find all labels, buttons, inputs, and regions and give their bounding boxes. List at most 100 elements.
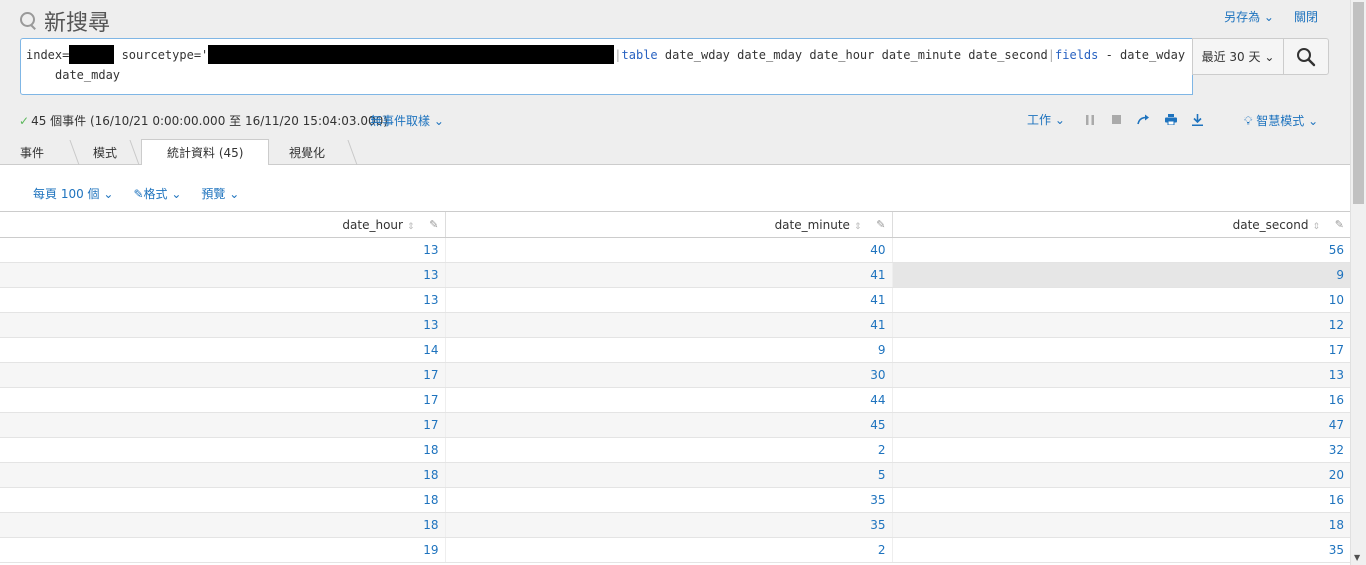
table-cell-date-hour[interactable]: 13 (0, 262, 445, 288)
pause-icon[interactable] (1083, 113, 1097, 127)
pencil-icon[interactable]: ✎ (876, 218, 885, 231)
export-download-icon[interactable] (1191, 113, 1205, 127)
sort-icon[interactable]: ⇕ (1312, 222, 1320, 232)
statistics-panel: 每頁 100 個 ⌄ ✎格式 ⌄ 預覽 ⌄ date_hour ⇕ ✎ date_m… (0, 165, 1350, 565)
tab-patterns[interactable]: 模式 (93, 140, 117, 165)
table-cell-date-second[interactable]: 20 (891, 462, 1350, 488)
table-cell-date-hour[interactable]: 17 (0, 387, 445, 413)
time-range-picker[interactable]: 最近 30 天 ⌄ (1192, 38, 1284, 75)
table-cell-date-second[interactable]: 12 (891, 312, 1350, 338)
table-cell-date-minute[interactable]: 35 (444, 512, 892, 538)
table-cell-date-hour[interactable]: 19 (0, 537, 445, 563)
search-submit-button[interactable] (1283, 38, 1329, 75)
table-cell-date-minute[interactable]: 5 (444, 462, 892, 488)
per-page-label: 每頁 100 個 (33, 187, 100, 201)
table-cell-date-second[interactable]: 56 (891, 237, 1350, 263)
table-cell-date-hour[interactable]: 13 (0, 312, 445, 338)
table-cell-date-second[interactable]: 10 (891, 287, 1350, 313)
share-icon[interactable] (1137, 113, 1151, 127)
table-cell-date-second[interactable]: 47 (891, 412, 1350, 438)
table-row: 18 35 16 (0, 487, 1350, 513)
title-area: 新搜尋 (19, 5, 110, 37)
sort-icon[interactable]: ⇕ (407, 222, 415, 232)
table-cell-date-minute[interactable]: 41 (444, 262, 892, 288)
event-count-text: 45 個事件 (16/10/21 0:00:00.000 至 16/11/20 … (31, 114, 388, 128)
table-cell-date-minute[interactable]: 30 (444, 362, 892, 388)
table-cell-date-hour[interactable]: 18 (0, 462, 445, 488)
pencil-icon[interactable]: ✎ (1335, 218, 1344, 231)
job-menu[interactable]: 工作 ⌄ (1027, 111, 1065, 128)
table-cell-date-minute[interactable]: 35 (444, 487, 892, 513)
query-line-2: date_mday (55, 68, 121, 82)
table-row: 14 9 17 (0, 337, 1350, 363)
chevron-down-icon: ⌄ (171, 187, 182, 201)
stop-icon[interactable] (1110, 113, 1124, 127)
table-cell-date-second[interactable]: 16 (891, 487, 1350, 513)
table-cell-date-minute[interactable]: 2 (444, 537, 892, 563)
column-header-date-second[interactable]: date_second ⇕ ✎ (891, 211, 1350, 238)
app-header: 新搜尋 另存為 ⌄ 關閉 (0, 0, 1350, 38)
table-header-row: date_hour ⇕ ✎ date_minute ⇕ ✎ date_second ⇕ ✎ (0, 211, 1350, 238)
search-icon (1297, 47, 1316, 66)
table-row: 13 40 56 (0, 237, 1350, 263)
sort-icon[interactable]: ⇕ (854, 222, 862, 232)
table-cell-date-second[interactable]: 17 (891, 337, 1350, 363)
table-cell-date-second[interactable]: 18 (891, 512, 1350, 538)
column-header-label: date_second (1232, 217, 1309, 232)
table-cell-date-hour[interactable]: 13 (0, 287, 445, 313)
query-fields-command: fields (1055, 48, 1099, 62)
chevron-down-icon: ⌄ (229, 187, 240, 201)
table-row: 13 41 12 (0, 312, 1350, 338)
tab-statistics[interactable]: 統計資料 (45) (141, 139, 270, 166)
tab-events[interactable]: 事件 (20, 140, 44, 165)
format-dropdown[interactable]: ✎格式 ⌄ (133, 185, 181, 202)
table-cell-date-minute[interactable]: 44 (444, 387, 892, 413)
table-cell-date-second[interactable]: 32 (891, 437, 1350, 463)
header-links: 另存為 ⌄ 關閉 (1224, 8, 1318, 25)
scroll-down-arrow-icon[interactable]: ▼ (1354, 553, 1360, 562)
per-page-dropdown[interactable]: 每頁 100 個 ⌄ (33, 185, 113, 202)
table-cell-date-hour[interactable]: 18 (0, 512, 445, 538)
event-sampling-dropdown[interactable]: 無事件取樣 ⌄ (370, 112, 444, 129)
check-icon: ✓ (19, 114, 30, 128)
table-cell-date-second[interactable]: 35 (891, 537, 1350, 563)
table-row: 18 35 18 (0, 512, 1350, 538)
table-cell-date-second[interactable]: 16 (891, 387, 1350, 413)
save-as-menu[interactable]: 另存為 ⌄ (1224, 8, 1274, 25)
search-mode-dropdown[interactable]: 💡︎ 智慧模式 ⌄ (1244, 112, 1318, 129)
table-cell-date-second[interactable]: 13 (891, 362, 1350, 388)
column-header-date-hour[interactable]: date_hour ⇕ ✎ (0, 211, 445, 238)
pencil-icon[interactable]: ✎ (429, 218, 438, 231)
table-cell-date-hour[interactable]: 17 (0, 412, 445, 438)
query-sourcetype-token: sourcetype=' (114, 48, 209, 62)
table-cell-date-hour[interactable]: 18 (0, 437, 445, 463)
tab-visualization[interactable]: 視覺化 (289, 140, 325, 165)
search-query-input[interactable]: index= sourcetype=' |table date_wday date… (20, 38, 1193, 95)
table-cell-date-minute[interactable]: 9 (444, 337, 892, 363)
print-icon[interactable] (1164, 113, 1178, 127)
scrollbar-thumb[interactable] (1353, 2, 1364, 204)
page-scrollbar[interactable]: ▼ (1350, 0, 1366, 565)
query-table-command: table (621, 48, 658, 62)
save-as-label: 另存為 (1224, 10, 1261, 24)
table-cell-date-minute[interactable]: 41 (444, 312, 892, 338)
table-cell-date-hour[interactable]: 14 (0, 337, 445, 363)
table-cell-date-minute[interactable]: 40 (444, 237, 892, 263)
table-row: 17 45 47 (0, 412, 1350, 438)
preview-dropdown[interactable]: 預覽 ⌄ (201, 185, 239, 202)
table-cell-date-minute[interactable]: 41 (444, 287, 892, 313)
table-cell-date-hour[interactable]: 18 (0, 487, 445, 513)
results-tabs: 事件 模式 統計資料 (45) 視覺化 (0, 138, 1350, 166)
table-cell-date-minute[interactable]: 2 (444, 437, 892, 463)
table-cell-date-hour[interactable]: 13 (0, 237, 445, 263)
query-table-args: date_wday date_mday date_hour date_minut… (657, 48, 1048, 62)
table-row: 13 41 9 (0, 262, 1350, 288)
table-cell-date-second[interactable]: 9 (891, 262, 1350, 288)
sampling-label: 無事件取樣 (370, 114, 431, 128)
table-cell-date-hour[interactable]: 17 (0, 362, 445, 388)
table-cell-date-minute[interactable]: 45 (444, 412, 892, 438)
column-header-date-minute[interactable]: date_minute ⇕ ✎ (444, 211, 892, 238)
tab-divider (347, 140, 358, 165)
close-link[interactable]: 關閉 (1294, 8, 1318, 25)
job-controls: 工作 ⌄ (1027, 111, 1218, 128)
